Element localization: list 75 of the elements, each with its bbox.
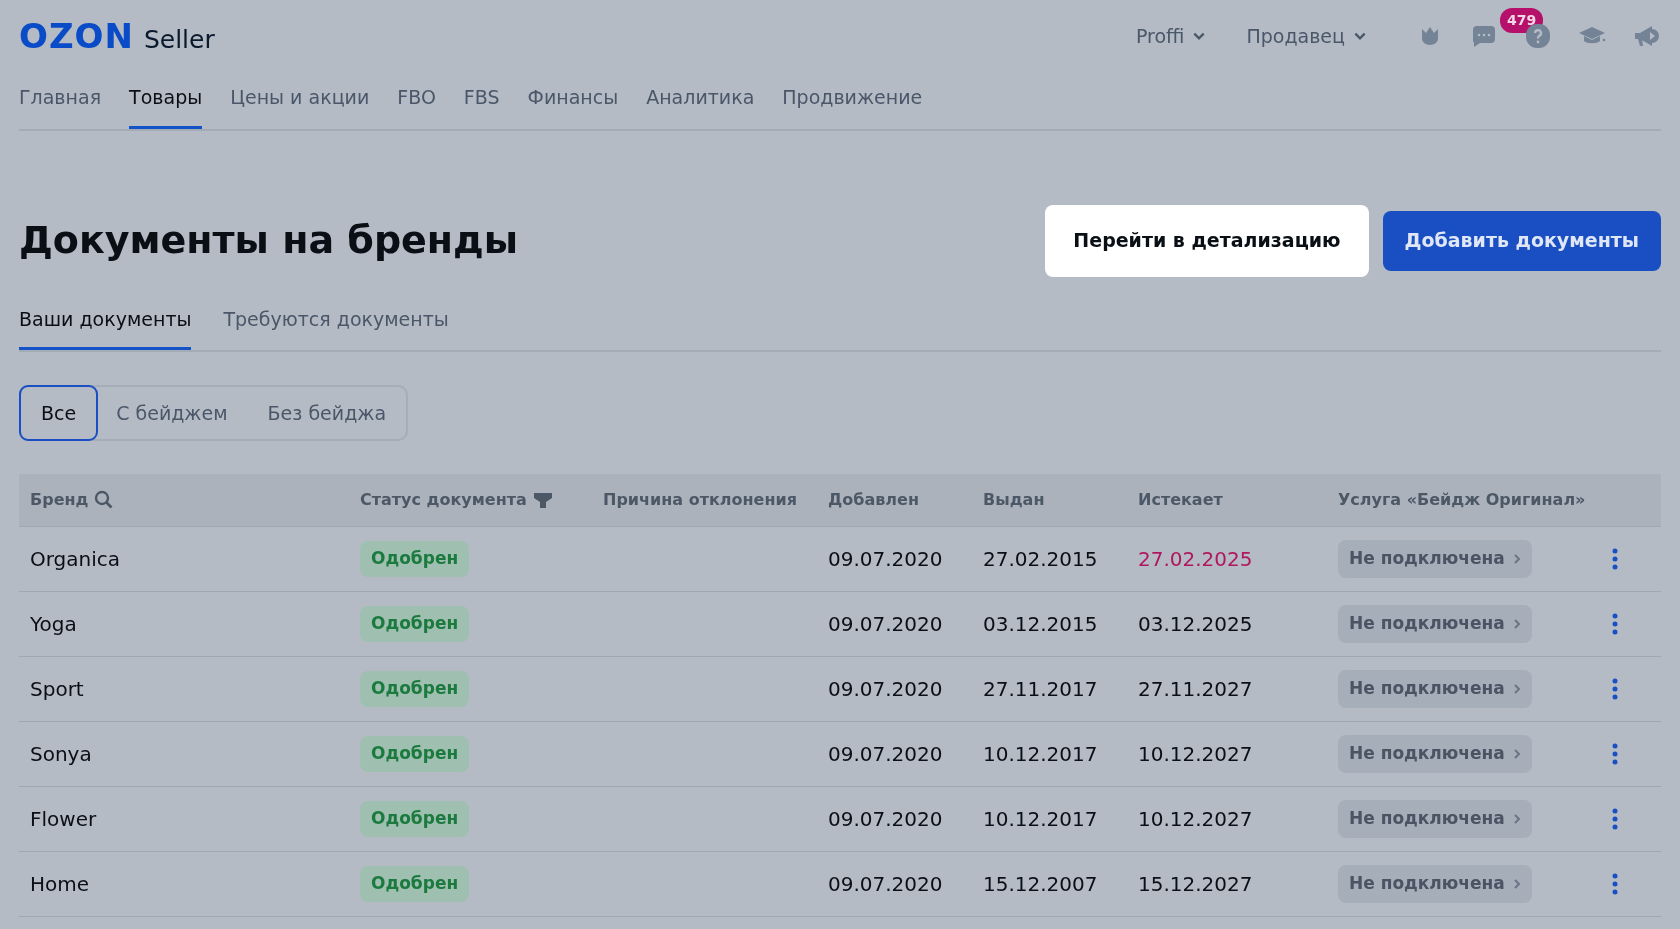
brand-name: Sonya (30, 741, 92, 768)
expiry-date: 10.12.2027 (1138, 806, 1253, 833)
date-cell-text: 09.07.2020 (828, 676, 943, 703)
filter-icon[interactable] (532, 491, 553, 509)
date-cell-text: 09.07.2020 (828, 611, 943, 638)
more-options-icon[interactable] (1612, 743, 1618, 765)
tab[interactable]: Требуются документы (223, 304, 449, 350)
service-status-button[interactable]: Не подключена (1338, 865, 1532, 903)
status-badge: Одобрен (360, 866, 470, 902)
nav-tab[interactable]: FBS (463, 83, 500, 129)
nav-tab[interactable]: FBO (397, 83, 436, 129)
brand-name: Yoga (30, 611, 77, 638)
logo-subtitle: Seller (143, 23, 215, 56)
chevron-right-icon (1512, 683, 1521, 695)
expiry-date: 27.11.2027 (1138, 676, 1253, 703)
nav-tab[interactable]: Продвижение (782, 83, 923, 129)
chevron-right-icon (1512, 813, 1521, 825)
date-cell-text: 15.12.2007 (983, 871, 1098, 898)
status-badge: Одобрен (360, 606, 470, 642)
status-badge: Одобрен (360, 736, 470, 772)
date-cell-text: 10.12.2017 (983, 806, 1098, 833)
nav-tab[interactable]: Цены и акции (230, 83, 370, 129)
column-title: Причина отклонения (603, 489, 797, 511)
service-status-button[interactable]: Не подключена (1338, 800, 1532, 838)
expiry-date: 10.12.2027 (1138, 741, 1253, 768)
date-cell-text: 09.07.2020 (828, 806, 943, 833)
add-documents-button[interactable]: Добавить документы (1382, 210, 1661, 271)
expiry-date: 03.12.2025 (1138, 611, 1253, 638)
date-cell-text: 27.11.2017 (983, 676, 1098, 703)
chevron-right-icon (1512, 878, 1521, 890)
dropdown-menu-button[interactable]: Продавец (1246, 21, 1367, 51)
service-status-button[interactable]: Не подключена (1338, 540, 1532, 578)
service-status-button[interactable]: Не подключена (1338, 735, 1532, 773)
brand-name: Organica (30, 546, 121, 573)
expiry-date: 15.12.2027 (1138, 871, 1253, 898)
chevron-right-icon (1512, 748, 1521, 760)
column-title: Услуга «Бейдж Оригинал» (1338, 489, 1586, 511)
column-title: Добавлен (828, 489, 919, 511)
brand-name: Flower (30, 806, 97, 833)
nav-tab[interactable]: Аналитика (646, 83, 755, 129)
filter-option[interactable]: Все (19, 385, 99, 441)
column-title: Статус документа (360, 489, 527, 511)
nav-tab[interactable]: Главная (19, 83, 102, 129)
column-title: Бренд (30, 489, 89, 511)
search-icon[interactable] (94, 490, 115, 510)
more-options-icon[interactable] (1612, 678, 1618, 700)
chevron-right-icon (1512, 618, 1521, 630)
service-status-button[interactable]: Не подключена (1338, 670, 1532, 708)
nav-tab[interactable]: Финансы (527, 83, 619, 129)
status-badge: Одобрен (360, 801, 470, 837)
dropdown-menu-button[interactable]: Proffi (1135, 21, 1207, 51)
status-badge: Одобрен (360, 541, 470, 577)
more-options-icon[interactable] (1612, 873, 1618, 895)
date-cell-text: 27.02.2015 (983, 546, 1098, 573)
column-title: Выдан (983, 489, 1045, 511)
more-options-icon[interactable] (1612, 548, 1618, 570)
details-button[interactable]: Перейти в детализацию (1045, 204, 1369, 277)
date-cell-text: 03.12.2015 (983, 611, 1098, 638)
brand-name: Home (30, 871, 90, 898)
nav-tab[interactable]: Товары (129, 83, 203, 129)
page-title: Документы на бренды (19, 217, 519, 264)
more-options-icon[interactable] (1612, 613, 1618, 635)
expiry-date: 27.02.2025 (1138, 546, 1253, 573)
date-cell-text: 10.12.2017 (983, 741, 1098, 768)
date-cell-text: 09.07.2020 (828, 546, 943, 573)
chevron-right-icon (1512, 553, 1521, 565)
more-options-icon[interactable] (1612, 808, 1618, 830)
date-cell-text: 09.07.2020 (828, 871, 943, 898)
date-cell-text: 09.07.2020 (828, 741, 943, 768)
status-badge: Одобрен (360, 671, 470, 707)
brand-name: Sport (30, 676, 84, 703)
column-title: Истекает (1138, 489, 1223, 511)
logo[interactable]: OZON (19, 10, 134, 62)
tab[interactable]: Ваши документы (19, 304, 192, 350)
service-status-button[interactable]: Не подключена (1338, 605, 1532, 643)
